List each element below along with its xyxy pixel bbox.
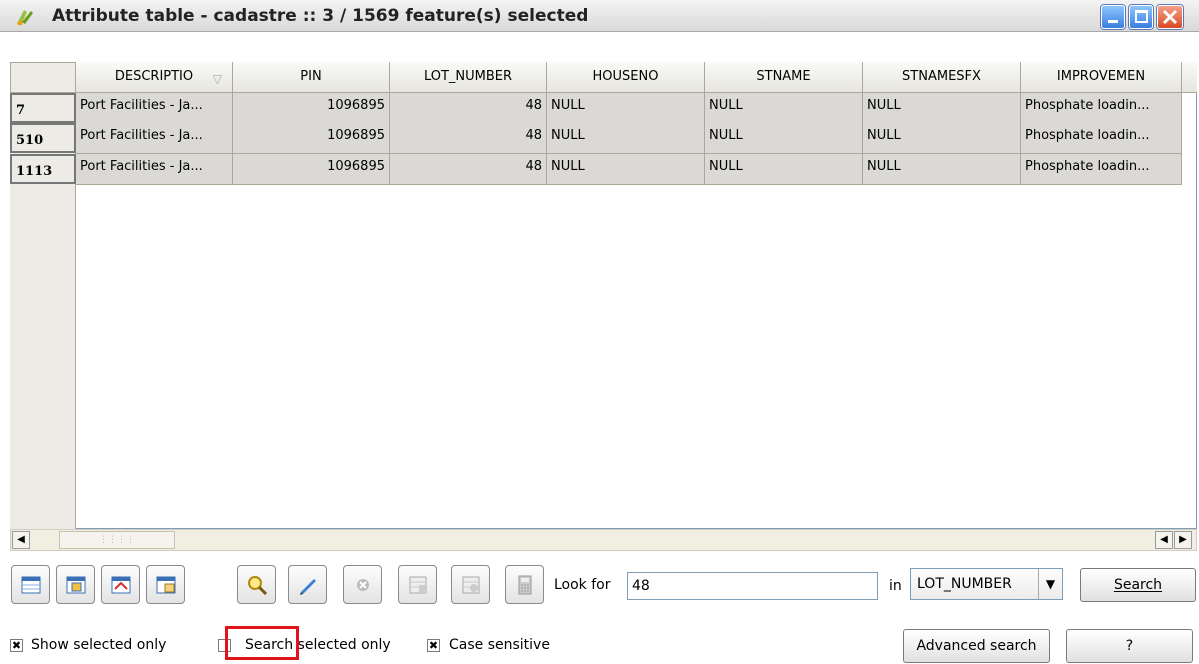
in-label: in [889,578,902,594]
column-header-descriptio[interactable]: DESCRIPTIO ▽ [76,62,233,93]
column-header-stnamesfx[interactable]: STNAMESFX [863,62,1021,93]
table-icon [21,576,41,594]
calculator-icon [518,575,532,595]
delete-selected-button[interactable] [343,565,382,604]
table-cell[interactable]: NULL [547,154,705,185]
delete-column-icon [462,576,480,594]
table-cell[interactable]: NULL [547,93,705,124]
table-cell[interactable]: Port Facilities - Ja... [76,93,233,124]
highlight-annotation [225,626,299,660]
table-cell[interactable]: NULL [863,154,1021,185]
table-cell[interactable]: Phosphate loadin... [1021,123,1182,154]
column-header-label: IMPROVEMEN [1056,69,1146,84]
table-cell[interactable]: NULL [863,93,1021,124]
search-input[interactable]: 48 [627,572,878,600]
look-for-label: Look for [554,577,611,593]
search-field-value: LOT_NUMBER [917,576,1012,592]
minimize-icon [1108,20,1118,23]
close-icon [1162,9,1178,25]
table-corner[interactable] [10,62,76,93]
window-title: Attribute table - cadastre :: 3 / 1569 f… [52,6,589,26]
row-header[interactable]: 7 [10,93,76,123]
table-cell[interactable]: 48 [390,154,547,185]
scroll-left-button[interactable]: ◀ [12,531,30,549]
delete-icon [357,579,369,591]
column-header-label: HOUSENO [592,69,659,84]
column-header-pin[interactable]: PIN [233,62,390,93]
grip-icon: ⋮⋮⋮⋮ [99,535,135,545]
maximize-button[interactable] [1129,5,1153,29]
remove-selection-button[interactable] [11,565,50,604]
new-column-button[interactable] [398,565,437,604]
close-button[interactable] [1157,5,1183,29]
qgis-app-icon [17,10,33,26]
column-header-houseno[interactable]: HOUSENO [547,62,705,93]
table-cell[interactable]: 1096895 [233,93,390,124]
table-cell[interactable]: Port Facilities - Ja... [76,154,233,185]
title-bar: Attribute table - cadastre :: 3 / 1569 f… [0,0,1199,32]
help-button[interactable]: ? [1066,629,1193,663]
help-label: ? [1125,638,1134,654]
field-calculator-button[interactable] [505,565,544,604]
scroll-left-button-right[interactable]: ◀ [1155,531,1173,549]
scroll-right-button[interactable]: ▶ [1174,531,1192,549]
scroll-thumb[interactable]: ⋮⋮⋮⋮ [59,531,175,549]
delete-column-button[interactable] [451,565,490,604]
column-header-improvemen[interactable]: IMPROVEMEN [1021,62,1182,93]
case-sensitive-label: Case sensitive [449,637,550,653]
arrow-right-icon: ▶ [1179,534,1187,545]
horizontal-scrollbar[interactable]: ◀ ⋮⋮⋮⋮ ◀ ▶ [10,529,1197,551]
table-cell[interactable]: 1096895 [233,154,390,185]
column-header-label: DESCRIPTIO [114,69,194,84]
table-cell[interactable]: 48 [390,93,547,124]
row-header[interactable]: 510 [10,123,76,153]
table-cell[interactable]: Phosphate loadin... [1021,154,1182,185]
row-header[interactable]: 1113 [10,154,76,184]
sort-indicator-icon: ▽ [212,72,222,86]
pencil-icon [300,579,316,595]
zoom-to-selection-button[interactable] [237,565,276,604]
arrow-left-icon: ◀ [1160,534,1168,545]
advanced-search-button[interactable]: Advanced search [903,629,1050,663]
column-header-stname[interactable]: STNAME [705,62,863,93]
table-cell[interactable]: NULL [547,123,705,154]
column-header-label: LOT_NUMBER [423,69,513,84]
case-sensitive-checkbox[interactable]: ✖ [427,639,440,652]
arrow-left-icon: ◀ [17,534,25,545]
column-header-overflow [1182,62,1197,93]
checkmark-icon: ✖ [11,639,22,652]
show-selected-only-checkbox[interactable]: ✖ [10,639,23,652]
table-select-icon [66,576,86,594]
table-cell[interactable]: Port Facilities - Ja... [76,123,233,154]
toggle-editing-button[interactable] [288,565,327,604]
advanced-search-label: Advanced search [916,638,1037,654]
show-selected-only-label: Show selected only [31,637,167,653]
search-button-label: Search [1113,577,1163,593]
column-header-lot-number[interactable]: LOT_NUMBER [390,62,547,93]
copy-rows-icon [156,576,176,594]
column-header-label: STNAME [756,69,811,84]
copy-selected-rows-button[interactable] [146,565,185,604]
table-cell[interactable]: NULL [863,123,1021,154]
new-column-icon [409,576,427,594]
checkmark-icon: ✖ [428,639,439,652]
table-cell[interactable]: NULL [705,123,863,154]
search-field-select[interactable]: LOT_NUMBER ▼ [910,568,1063,600]
table-cell[interactable]: Phosphate loadin... [1021,93,1182,124]
invert-selection-button[interactable] [101,565,140,604]
maximize-icon [1135,10,1148,23]
search-button[interactable]: Search [1080,568,1196,602]
column-header-label: PIN [300,69,322,84]
table-cell[interactable]: 1096895 [233,123,390,154]
table-cell[interactable]: NULL [705,154,863,185]
invert-selection-icon [111,576,131,594]
chevron-down-icon: ▼ [1038,569,1062,599]
move-selection-to-top-button[interactable] [56,565,95,604]
table-cell[interactable]: 48 [390,123,547,154]
table-cell[interactable]: NULL [705,93,863,124]
minimize-button[interactable] [1101,5,1125,29]
column-header-label: STNAMESFX [902,69,981,84]
zoom-map-icon [248,576,267,595]
